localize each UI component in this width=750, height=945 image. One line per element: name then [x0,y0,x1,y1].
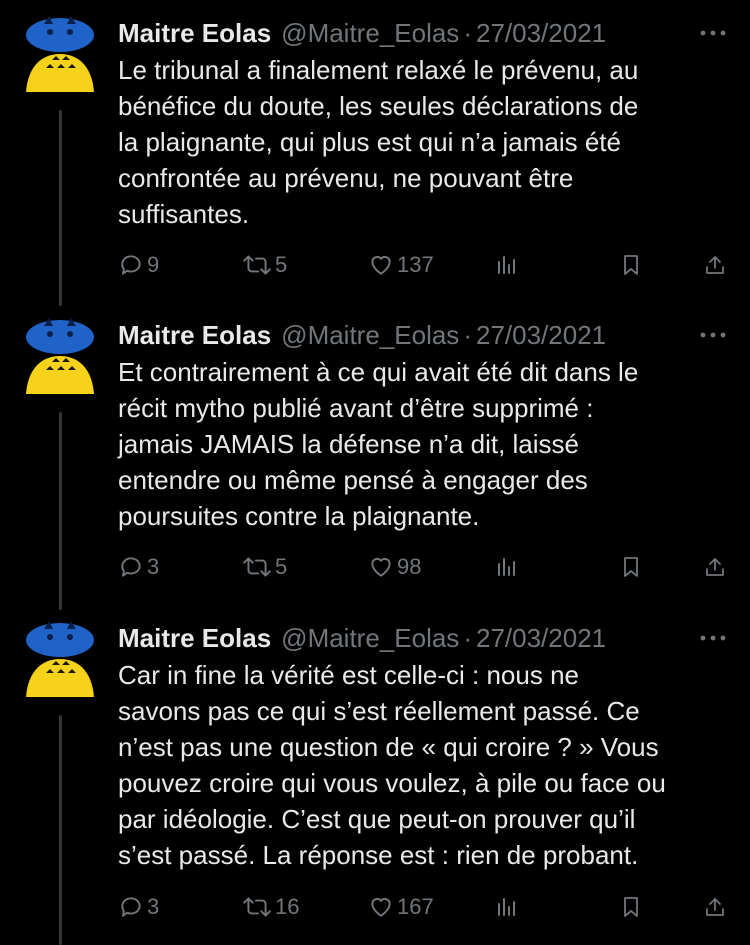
tweet[interactable]: Maitre Eolas @Maitre_Eolas · 27/03/2021 … [0,0,750,302]
share-button[interactable] [703,892,727,922]
tweet-date[interactable]: 27/03/2021 [476,619,606,657]
share-icon [706,558,724,576]
tweet-header: Maitre Eolas @Maitre_Eolas · 27/03/2021 [118,316,606,354]
more-icon [700,332,726,338]
reply-icon [121,557,141,577]
reply-count: 9 [147,252,160,277]
retweet-icon [243,255,271,275]
heart-icon [371,897,391,917]
reply-button[interactable]: 3 [118,552,159,582]
reply-button[interactable]: 3 [118,892,159,922]
tweet[interactable]: Maitre Eolas @Maitre_Eolas · 27/03/2021 … [0,302,750,605]
bookmark-button[interactable] [619,892,643,922]
views-icon [498,898,515,916]
retweet-icon [243,897,271,917]
tweet-text-content: Le tribunal a finalement relaxé le préve… [118,55,639,229]
tweet-date[interactable]: 27/03/2021 [476,14,606,52]
more-button[interactable] [698,24,728,42]
tweet-text: Car in fine la vérité est celle-ci : nou… [118,657,718,873]
tweet-actions: 3 5 98 [118,552,730,582]
share-icon [706,898,724,916]
like-button[interactable]: 167 [368,892,434,922]
views-button[interactable] [494,552,518,582]
heart-icon [371,557,391,577]
views-button[interactable] [494,250,518,280]
bookmark-icon [624,897,638,917]
share-button[interactable] [703,250,727,280]
like-count: 167 [397,894,434,919]
views-icon [498,558,515,576]
avatar[interactable] [22,621,98,697]
separator: · [463,623,472,653]
tweet[interactable]: Maitre Eolas @Maitre_Eolas · 27/03/2021 … [0,605,750,945]
more-icon [700,635,726,641]
author-name[interactable]: Maitre Eolas [118,619,271,657]
reply-button[interactable]: 9 [118,250,159,280]
tweet-date[interactable]: 27/03/2021 [476,316,606,354]
bookmark-icon [624,557,638,577]
like-button[interactable]: 98 [368,552,421,582]
tweet-text-content: Car in fine la vérité est celle-ci : nou… [118,660,666,870]
retweet-button[interactable]: 16 [242,892,299,922]
reply-count: 3 [147,554,160,579]
author-handle[interactable]: @Maitre_Eolas [281,619,459,657]
author-name[interactable]: Maitre Eolas [118,14,271,52]
author-handle[interactable]: @Maitre_Eolas [281,14,459,52]
avatar[interactable] [22,318,98,394]
retweet-button[interactable]: 5 [242,552,287,582]
reply-icon [121,897,141,917]
separator: · [463,320,472,350]
share-button[interactable] [703,552,727,582]
like-count: 137 [397,252,434,277]
views-icon [498,256,515,274]
author-name[interactable]: Maitre Eolas [118,316,271,354]
totoro-avatar-icon [26,318,94,394]
more-button[interactable] [698,326,728,344]
avatar[interactable] [22,16,98,92]
totoro-avatar-icon [26,16,94,92]
share-icon [706,256,724,274]
bookmark-button[interactable] [619,250,643,280]
views-button[interactable] [494,892,518,922]
totoro-avatar-icon [26,621,94,697]
tweet-text-content: Et contrairement à ce qui avait été dit … [118,357,639,531]
like-button[interactable]: 137 [368,250,434,280]
bookmark-icon [624,255,638,275]
tweet-actions: 9 5 137 [118,250,730,280]
tweet-header: Maitre Eolas @Maitre_Eolas · 27/03/2021 [118,14,606,52]
tweet-text: Et contrairement à ce qui avait été dit … [118,354,718,534]
bookmark-button[interactable] [619,552,643,582]
like-count: 98 [397,554,422,579]
retweet-count: 5 [275,252,288,277]
reply-icon [121,255,141,275]
reply-count: 3 [147,894,160,919]
heart-icon [371,255,391,275]
separator: · [463,18,472,48]
tweet-actions: 3 16 167 [118,892,730,922]
retweet-icon [243,557,271,577]
tweet-header: Maitre Eolas @Maitre_Eolas · 27/03/2021 [118,619,606,657]
retweet-button[interactable]: 5 [242,250,287,280]
retweet-count: 16 [275,894,300,919]
more-icon [700,30,726,36]
retweet-count: 5 [275,554,288,579]
more-button[interactable] [698,629,728,647]
author-handle[interactable]: @Maitre_Eolas [281,316,459,354]
tweet-text: Le tribunal a finalement relaxé le préve… [118,52,718,232]
